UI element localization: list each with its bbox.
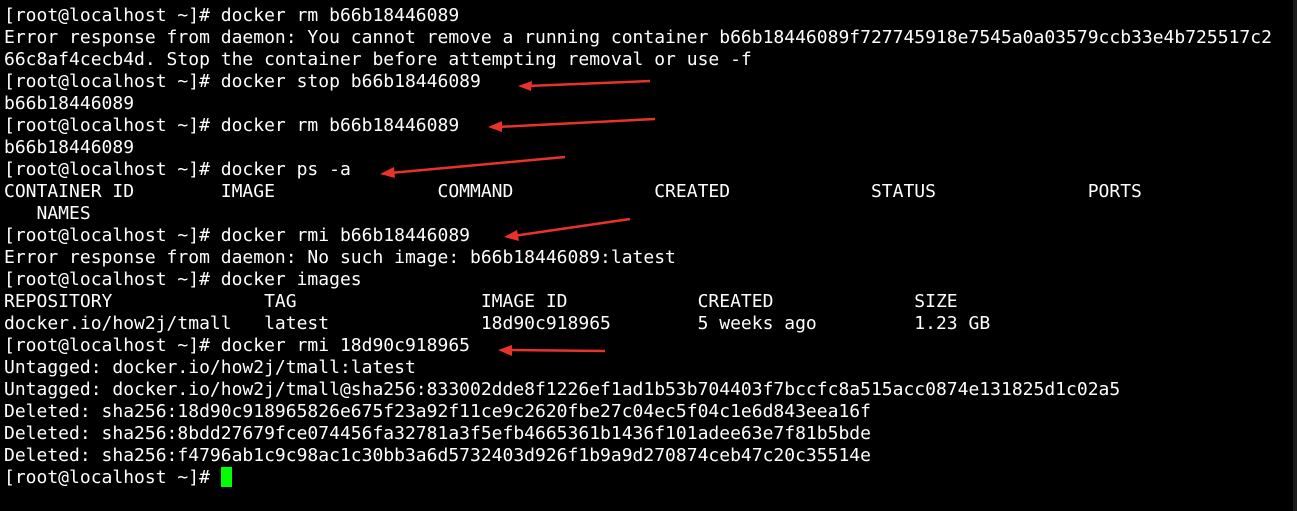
terminal-line: [root@localhost ~]# docker ps -a [4,159,351,180]
terminal-line: Untagged: docker.io/how2j/tmall:latest [4,357,416,378]
terminal-line: CONTAINER ID IMAGE COMMAND CREATED STATU… [4,181,1142,202]
terminal-line: [root@localhost ~]# docker rmi b66b18446… [4,225,470,246]
terminal-line: b66b18446089 [4,93,135,114]
block-cursor-icon [220,467,232,487]
terminal-prompt: [root@localhost ~]# [4,467,210,488]
terminal-line: [root@localhost ~]# docker rm b66b184460… [4,5,460,26]
terminal-line: [root@localhost ~]# docker stop b66b1844… [4,71,481,92]
terminal-line: NAMES [4,203,91,224]
terminal-window[interactable]: [root@localhost ~]# docker rm b66b184460… [0,0,1297,511]
terminal-line: [root@localhost ~]# docker rm b66b184460… [4,115,460,136]
terminal-line: Error response from daemon: No such imag… [4,247,676,268]
terminal-line: Untagged: docker.io/how2j/tmall@sha256:8… [4,379,1121,400]
terminal-line: 66c8af4cecb4d. Stop the container before… [4,49,752,70]
terminal-line: [root@localhost ~]# docker rmi 18d90c918… [4,335,470,356]
terminal-line: Deleted: sha256:8bdd27679fce074456fa3278… [4,423,871,444]
terminal-line: [root@localhost ~]# docker images [4,269,362,290]
terminal-prompt-line[interactable]: [root@localhost ~]# [4,467,1297,489]
terminal-line: Deleted: sha256:18d90c918965826e675f23a9… [4,401,871,422]
terminal-scrollbar[interactable] [1293,0,1297,511]
terminal-line: Deleted: sha256:f4796ab1c9c98ac1c30bb3a6… [4,445,871,466]
terminal-line: Error response from daemon: You cannot r… [4,27,1272,48]
terminal-line: docker.io/how2j/tmall latest 18d90c91896… [4,313,991,334]
terminal-line: b66b18446089 [4,137,135,158]
terminal-line: REPOSITORY TAG IMAGE ID CREATED SIZE [4,291,958,312]
